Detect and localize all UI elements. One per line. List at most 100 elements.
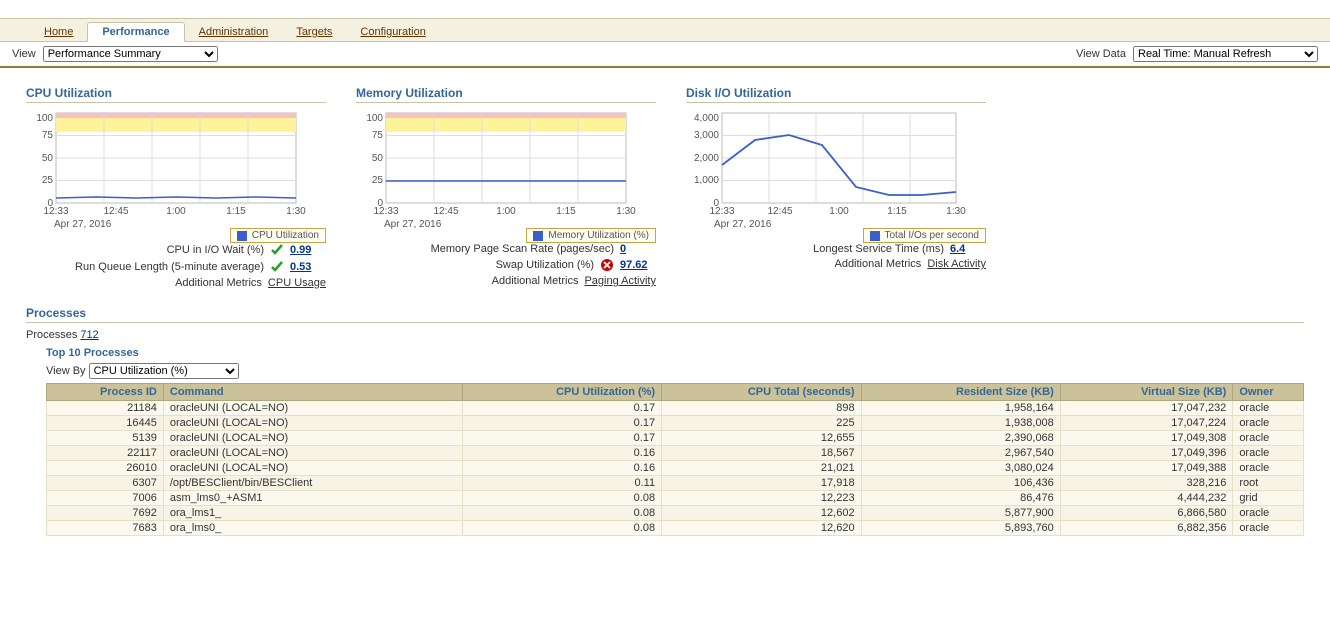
svg-text:1:30: 1:30 — [286, 206, 306, 214]
svg-text:1:30: 1:30 — [616, 206, 636, 214]
top10-title: Top 10 Processes — [46, 347, 1304, 359]
disk-legend: Total I/Os per second — [863, 228, 987, 243]
cell-pid: 7006 — [47, 491, 164, 506]
tab-home[interactable]: Home — [30, 23, 87, 41]
cell-cmd: oracleUNI (LOCAL=NO) — [163, 401, 462, 416]
cell-cputot: 12,602 — [662, 506, 862, 521]
svg-text:12:45: 12:45 — [103, 206, 128, 214]
svg-text:4,000: 4,000 — [694, 113, 719, 124]
col-virt[interactable]: Virtual Size (KB) — [1141, 386, 1226, 398]
cpu-runqueue-value[interactable]: 0.53 — [290, 261, 326, 273]
cell-owner: oracle — [1233, 431, 1304, 446]
cell-cpu: 0.08 — [462, 506, 662, 521]
memory-chart: 0255075100 12:33 12:45 1:00 1:15 1:30 — [356, 109, 636, 214]
col-cmd[interactable]: Command — [170, 386, 224, 398]
cpu-panel: CPU Utilization 0255075100 — [26, 86, 326, 292]
cell-virt: 17,049,308 — [1060, 431, 1233, 446]
cell-cmd: oracleUNI (LOCAL=NO) — [163, 446, 462, 461]
svg-text:50: 50 — [372, 153, 384, 164]
table-row: 7006asm_lms0_+ASM10.0812,22386,4764,444,… — [47, 491, 1304, 506]
cell-res: 5,877,900 — [861, 506, 1060, 521]
cell-virt: 17,047,224 — [1060, 416, 1233, 431]
disk-panel: Disk I/O Utilization 01,0002,0003,0004,0… — [686, 86, 986, 292]
svg-text:1,000: 1,000 — [694, 175, 719, 186]
viewby-select[interactable]: CPU Utilization (%) — [89, 363, 239, 379]
cell-virt: 4,444,232 — [1060, 491, 1233, 506]
col-pid[interactable]: Process ID — [100, 386, 157, 398]
cell-pid: 6307 — [47, 476, 164, 491]
disk-addmetrics-label: Additional Metrics — [834, 258, 921, 270]
cell-cmd: oracleUNI (LOCAL=NO) — [163, 431, 462, 446]
paging-activity-link[interactable]: Paging Activity — [584, 275, 656, 287]
cell-owner: oracle — [1233, 506, 1304, 521]
cell-cmd: asm_lms0_+ASM1 — [163, 491, 462, 506]
mem-swap-value[interactable]: 97.62 — [620, 259, 656, 271]
cell-res: 2,967,540 — [861, 446, 1060, 461]
disk-longest-value[interactable]: 6.4 — [950, 243, 986, 255]
svg-text:1:15: 1:15 — [226, 206, 246, 214]
table-row: 26010oracleUNI (LOCAL=NO)0.1621,0213,080… — [47, 461, 1304, 476]
mem-addmetrics-label: Additional Metrics — [492, 275, 579, 287]
viewdata-select[interactable]: Real Time: Manual Refresh — [1133, 46, 1318, 62]
svg-text:100: 100 — [366, 113, 383, 124]
cell-pid: 21184 — [47, 401, 164, 416]
col-owner[interactable]: Owner — [1239, 386, 1273, 398]
processes-count-link[interactable]: 712 — [80, 329, 98, 341]
svg-text:25: 25 — [372, 175, 384, 186]
cell-cmd: oracleUNI (LOCAL=NO) — [163, 416, 462, 431]
cell-res: 3,080,024 — [861, 461, 1060, 476]
tab-targets[interactable]: Targets — [282, 23, 346, 41]
col-cputot[interactable]: CPU Total (seconds) — [748, 386, 855, 398]
svg-text:100: 100 — [36, 113, 53, 124]
cell-res: 5,893,760 — [861, 521, 1060, 536]
cell-owner: oracle — [1233, 416, 1304, 431]
cell-cputot: 12,620 — [662, 521, 862, 536]
cell-owner: oracle — [1233, 446, 1304, 461]
cpu-usage-link[interactable]: CPU Usage — [268, 277, 326, 289]
svg-text:12:45: 12:45 — [767, 206, 792, 214]
cell-cputot: 12,223 — [662, 491, 862, 506]
view-select[interactable]: Performance Summary — [43, 46, 218, 62]
svg-text:12:45: 12:45 — [433, 206, 458, 214]
table-row: 6307/opt/BESClient/bin/BESClient0.1117,9… — [47, 476, 1304, 491]
cell-virt: 17,047,232 — [1060, 401, 1233, 416]
mem-pagescan-label: Memory Page Scan Rate (pages/sec) — [431, 243, 614, 255]
svg-text:50: 50 — [42, 153, 54, 164]
cell-res: 1,938,008 — [861, 416, 1060, 431]
cell-virt: 6,882,356 — [1060, 521, 1233, 536]
col-res[interactable]: Resident Size (KB) — [956, 386, 1054, 398]
cell-cmd: oracleUNI (LOCAL=NO) — [163, 461, 462, 476]
cell-pid: 16445 — [47, 416, 164, 431]
cell-cpu: 0.16 — [462, 461, 662, 476]
processes-count: Processes 712 — [26, 329, 1304, 341]
tab-performance[interactable]: Performance — [87, 22, 184, 42]
svg-text:12:33: 12:33 — [709, 206, 734, 214]
col-cpu[interactable]: CPU Utilization (%) — [556, 386, 655, 398]
check-icon — [270, 260, 284, 274]
svg-text:2,000: 2,000 — [694, 153, 719, 164]
tab-configuration[interactable]: Configuration — [346, 23, 439, 41]
cell-virt: 17,049,396 — [1060, 446, 1233, 461]
svg-text:3,000: 3,000 — [694, 130, 719, 141]
cpu-title: CPU Utilization — [26, 86, 326, 100]
sub-bar: View Performance Summary View Data Real … — [0, 42, 1330, 68]
svg-text:75: 75 — [372, 130, 384, 141]
cell-cpu: 0.08 — [462, 491, 662, 506]
cell-pid: 5139 — [47, 431, 164, 446]
cpu-iowait-value[interactable]: 0.99 — [290, 244, 326, 256]
cell-cpu: 0.17 — [462, 416, 662, 431]
svg-text:12:33: 12:33 — [43, 206, 68, 214]
disk-activity-link[interactable]: Disk Activity — [927, 258, 986, 270]
svg-text:1:00: 1:00 — [496, 206, 516, 214]
cell-cpu: 0.17 — [462, 431, 662, 446]
mem-pagescan-value[interactable]: 0 — [620, 243, 656, 255]
svg-text:1:30: 1:30 — [946, 206, 966, 214]
cell-cputot: 898 — [662, 401, 862, 416]
viewby-label: View By — [46, 365, 86, 377]
svg-text:1:00: 1:00 — [829, 206, 849, 214]
cpu-addmetrics-label: Additional Metrics — [175, 277, 262, 289]
cpu-chart: 0255075100 12:33 12:45 1:00 1:15 1:30 — [26, 109, 306, 214]
tab-administration[interactable]: Administration — [185, 23, 283, 41]
cell-cputot: 18,567 — [662, 446, 862, 461]
cell-pid: 7683 — [47, 521, 164, 536]
